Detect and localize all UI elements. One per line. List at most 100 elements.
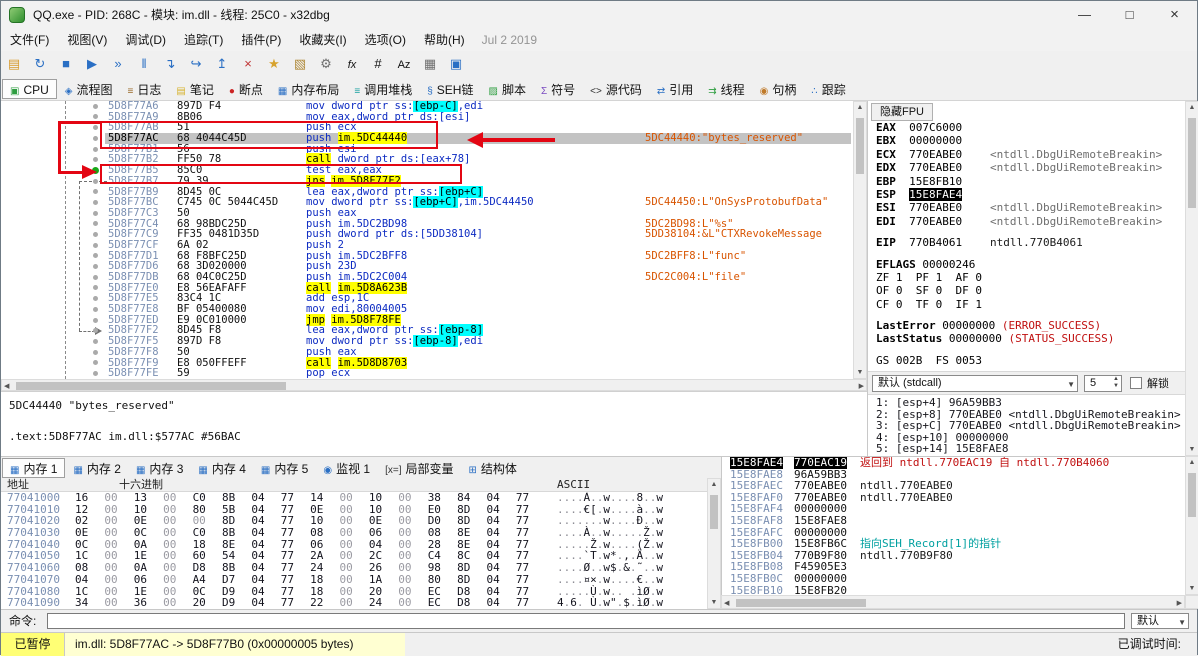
register-line[interactable]: EAX 007C6000 bbox=[868, 121, 1185, 134]
row-dot-icon[interactable] bbox=[93, 370, 98, 376]
scroll-up-arrow[interactable]: ▲ bbox=[1186, 104, 1198, 111]
scroll-left-arrow[interactable]: ◀ bbox=[724, 599, 729, 607]
disasm-horizontal-scrollbar[interactable]: ◀ ▶ bbox=[1, 379, 867, 391]
stack-horizontal-scrollbar[interactable]: ◀ ▶ bbox=[721, 595, 1185, 609]
close-icon[interactable]: × bbox=[236, 53, 260, 75]
disasm-row[interactable]: 5D8F77F8 50 push eax bbox=[1, 346, 853, 358]
stack-row[interactable]: 15E8FAF4 00000000 bbox=[722, 503, 1185, 515]
row-dot-icon[interactable] bbox=[93, 114, 98, 120]
tab-threads[interactable]: ⇉ 线程 bbox=[701, 80, 751, 100]
bottom-tab-memory-4[interactable]: ▦ 内存 4 bbox=[191, 459, 252, 479]
register-line[interactable]: EFLAGS 00000246 bbox=[868, 258, 1185, 271]
register-line[interactable]: GS 002B FS 0053 bbox=[868, 354, 1185, 367]
window-close-button[interactable]: × bbox=[1152, 1, 1197, 29]
calculator-icon[interactable]: ▦ bbox=[418, 53, 442, 75]
bottom-tab-memory-3[interactable]: ▦ 内存 3 bbox=[129, 459, 190, 479]
row-dot-icon[interactable] bbox=[93, 178, 98, 184]
scroll-up-arrow[interactable]: ▲ bbox=[854, 104, 866, 111]
calling-convention-select[interactable]: 默认 (stdcall) ▼ bbox=[872, 375, 1078, 392]
tab-cpu[interactable]: ▣ CPU bbox=[2, 79, 57, 99]
row-dot-icon[interactable] bbox=[93, 221, 98, 227]
open-file-icon[interactable]: ▤ bbox=[2, 53, 26, 75]
bottom-tab-memory-2[interactable]: ▦ 内存 2 bbox=[66, 459, 127, 479]
tab-log[interactable]: ≡ 日志 bbox=[121, 80, 169, 100]
row-dot-icon[interactable] bbox=[93, 317, 98, 323]
scroll-up-arrow[interactable]: ▲ bbox=[708, 481, 720, 488]
menu-item[interactable]: 追踪(T) bbox=[175, 29, 232, 51]
stack-row[interactable]: 15E8FAEC 770EABE0 ntdll.770EABE0 bbox=[722, 480, 1185, 492]
register-line[interactable]: ZF 1 PF 1 AF 0 bbox=[868, 271, 1185, 284]
pause-icon[interactable]: ‖ bbox=[132, 53, 156, 75]
row-dot-icon[interactable] bbox=[93, 146, 98, 152]
tab-graph[interactable]: ◈ 流程图 bbox=[58, 80, 120, 100]
stop-icon[interactable]: ■ bbox=[54, 53, 78, 75]
register-value[interactable]: 770EABE0 bbox=[909, 161, 962, 174]
bottom-tab-watch-1[interactable]: ◉ 监视 1 bbox=[316, 459, 377, 479]
menu-item[interactable]: 收藏夹(I) bbox=[290, 29, 355, 51]
registers-pane[interactable]: 隐藏FPU EAX 007C6000 EBX 00000000 ECX 770EAB… bbox=[868, 101, 1185, 456]
row-dot-icon[interactable] bbox=[93, 338, 98, 344]
stack-vertical-scrollbar[interactable]: ▲ ▼ bbox=[1185, 456, 1198, 595]
bottom-tab-struct[interactable]: ⊞ 结构体 bbox=[462, 459, 524, 479]
scroll-down-arrow[interactable]: ▼ bbox=[1186, 585, 1198, 592]
bottom-tab-memory-5[interactable]: ▦ 内存 5 bbox=[254, 459, 315, 479]
disasm-vertical-scrollbar[interactable]: ▲ ▼ bbox=[853, 101, 867, 379]
row-dot-icon[interactable] bbox=[93, 274, 98, 280]
command-input[interactable] bbox=[47, 613, 1125, 629]
scroll-left-arrow[interactable]: ◀ bbox=[4, 382, 9, 390]
row-dot-icon[interactable] bbox=[93, 242, 98, 248]
esp-arg-line[interactable]: 5: [esp+14] 15E8FAE8 bbox=[868, 443, 1185, 455]
restart-icon[interactable]: ↻ bbox=[28, 53, 52, 75]
register-line[interactable]: ESP 15E8FAE4 bbox=[868, 187, 1185, 201]
spinner-arrows-icon[interactable]: ▲ ▼ bbox=[1113, 376, 1119, 390]
scroll-thumb[interactable] bbox=[710, 495, 718, 529]
disassembly-pane[interactable]: 5D8F77A6 897D F4 mov dword ptr ss:[ebp-C],… bbox=[1, 101, 853, 379]
step-over-icon[interactable]: ↪ bbox=[184, 53, 208, 75]
register-value[interactable]: 00000000 bbox=[942, 319, 995, 332]
register-line[interactable]: CF 0 TF 0 IF 1 bbox=[868, 298, 1185, 311]
command-profile-select[interactable]: 默认 ▼ bbox=[1131, 613, 1189, 629]
scroll-thumb[interactable] bbox=[1188, 118, 1196, 208]
register-line[interactable]: OF 0 SF 0 DF 0 bbox=[868, 284, 1185, 297]
step-into-icon[interactable]: ↴ bbox=[158, 53, 182, 75]
memory-row[interactable]: 77041090 34 00 36 00 20 D9 04 77 22 00 24 00 EC D8 04 77… bbox=[1, 597, 707, 609]
tab-source[interactable]: <> 源代码 bbox=[583, 80, 649, 100]
row-dot-icon[interactable] bbox=[93, 232, 98, 238]
menu-item[interactable]: 帮助(H) bbox=[415, 29, 474, 51]
register-line[interactable]: ESI 770EABE0 <ntdll.DbgUiRemoteBreakin> bbox=[868, 201, 1185, 214]
hash-icon[interactable]: # bbox=[366, 53, 390, 75]
tab-handles[interactable]: ◉ 句柄 bbox=[753, 80, 804, 100]
scroll-right-arrow[interactable]: ▶ bbox=[1177, 599, 1182, 607]
disasm-row[interactable]: 5D8F77FE 59 pop ecx bbox=[1, 368, 853, 379]
row-dot-icon[interactable] bbox=[93, 349, 98, 355]
register-value[interactable]: 770B4061 bbox=[909, 236, 962, 249]
register-line[interactable]: LastStatus 00000000 (STATUS_SUCCESS) bbox=[868, 332, 1185, 345]
scroll-thumb[interactable] bbox=[16, 382, 286, 390]
register-line[interactable]: ECX 770EABE0 <ntdll.DbgUiRemoteBreakin> bbox=[868, 148, 1185, 161]
bottom-tab-locals[interactable]: [x=] 局部变量 bbox=[378, 459, 460, 479]
menu-item[interactable]: 选项(O) bbox=[356, 29, 415, 51]
scroll-thumb[interactable] bbox=[856, 118, 864, 174]
row-dot-icon[interactable] bbox=[93, 189, 98, 195]
scroll-down-arrow[interactable]: ▼ bbox=[1186, 446, 1198, 453]
row-dot-icon[interactable] bbox=[93, 253, 98, 259]
menu-item[interactable]: 调试(D) bbox=[116, 29, 175, 51]
register-line[interactable]: EDX 770EABE0 <ntdll.DbgUiRemoteBreakin> bbox=[868, 161, 1185, 174]
menu-item[interactable]: 视图(V) bbox=[58, 29, 116, 51]
register-value[interactable]: 15E8FAE4 bbox=[909, 187, 963, 201]
esp-arg-line[interactable]: 1: [esp+4] 96A59BB3 bbox=[868, 397, 1185, 409]
row-dot-icon[interactable] bbox=[93, 285, 98, 291]
bottom-tab-memory-1[interactable]: ▦ 内存 1 bbox=[2, 458, 66, 478]
tab-symbols[interactable]: Σ 符号 bbox=[534, 80, 582, 100]
menu-item[interactable]: 文件(F) bbox=[1, 29, 58, 51]
tab-memory-map[interactable]: ▦ 内存布局 bbox=[271, 80, 346, 100]
row-dot-icon[interactable] bbox=[93, 135, 98, 141]
register-line[interactable]: EBP 15E8FB10 bbox=[868, 175, 1185, 188]
stack-row[interactable]: 15E8FB0C 00000000 bbox=[722, 573, 1185, 585]
tab-script[interactable]: ▨ 脚本 bbox=[481, 80, 532, 100]
register-line[interactable]: EBX 00000000 bbox=[868, 134, 1185, 147]
menu-item[interactable]: 插件(P) bbox=[232, 29, 290, 51]
tab-call-stack[interactable]: ≡ 调用堆栈 bbox=[347, 80, 419, 100]
scroll-thumb[interactable] bbox=[736, 599, 866, 607]
tab-references[interactable]: ⇄ 引用 bbox=[650, 80, 700, 100]
